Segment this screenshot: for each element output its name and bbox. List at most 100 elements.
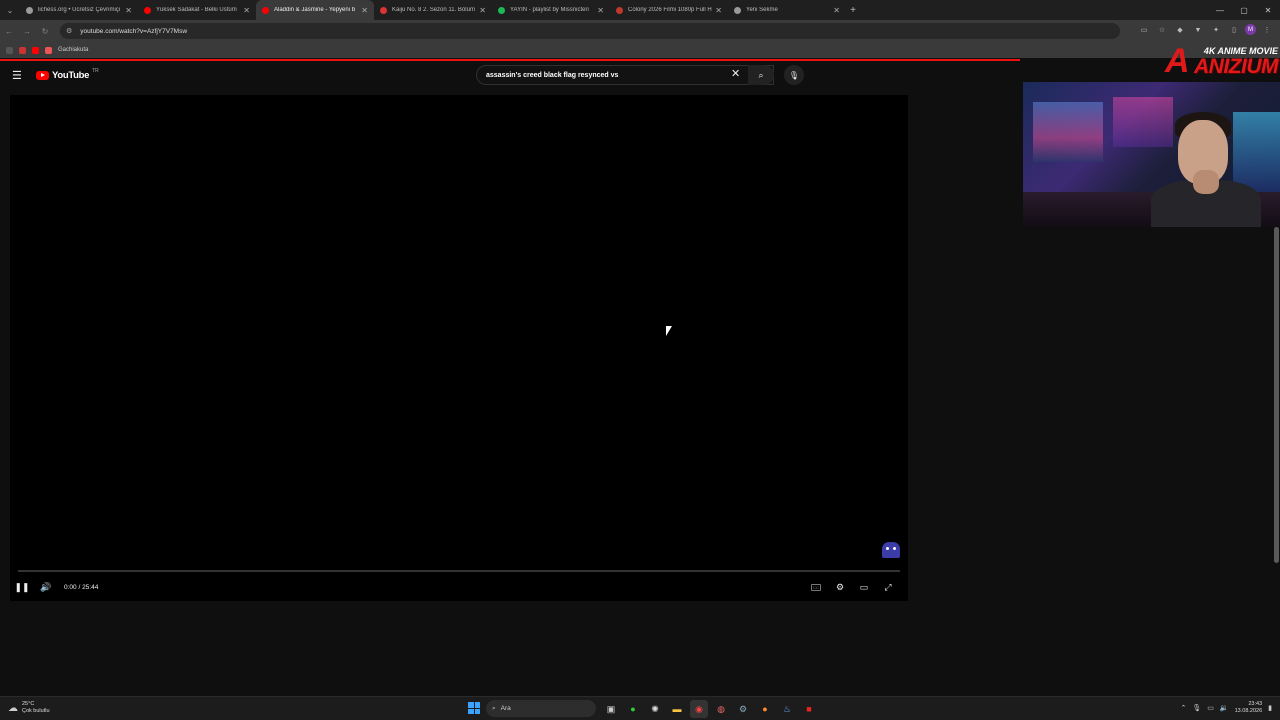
mouse-cursor xyxy=(666,326,672,336)
extensions-area: ▭ ☆ ◆ ▼ ✦ ▯ M ⋮ xyxy=(1137,23,1274,37)
system-tray: ⌃ 🎙 ▭ 🔉 23:43 13.08.2026 ▮ xyxy=(1181,701,1273,715)
maximize-icon[interactable]: ▢ xyxy=(1232,0,1256,20)
tray-chevron-icon[interactable]: ⌃ xyxy=(1181,704,1187,712)
profile-avatar[interactable]: M xyxy=(1245,24,1256,35)
browser-tab[interactable]: Yeni Sekme ✕ xyxy=(728,0,846,20)
reload-icon[interactable]: ↻ xyxy=(36,27,54,36)
video-player[interactable]: ❚❚ 🔊 0:00 / 25:44 CC ⚙ ▭ ⤢ xyxy=(10,95,908,601)
extension-icon[interactable]: ▼ xyxy=(1191,23,1205,37)
tab-title: Aladdin & Jasmine - Yepyeni b xyxy=(274,7,356,13)
tab-close-icon[interactable]: ✕ xyxy=(125,6,132,15)
chrome-icon[interactable]: ◉ xyxy=(690,700,708,718)
tab-favicon xyxy=(734,6,741,14)
tab-title: YAYIN - playlist by Missnicteri xyxy=(510,7,589,13)
minimize-icon[interactable]: — xyxy=(1208,0,1232,20)
brand-letter: A xyxy=(1165,42,1190,80)
voice-search-button[interactable]: 🎙 xyxy=(784,65,804,85)
subtitles-button[interactable]: CC xyxy=(804,575,828,599)
page-scrollbar[interactable] xyxy=(1274,227,1279,563)
tab-title: Kaiju No. 8 2. Sezon 11. Bölüm xyxy=(392,7,475,13)
new-tab-button[interactable]: + xyxy=(846,5,860,16)
youtube-wordmark: YouTube xyxy=(52,70,90,81)
settings-gear-icon[interactable]: ⚙ xyxy=(828,575,852,599)
tab-close-icon[interactable]: ✕ xyxy=(833,6,840,15)
url-text: youtube.com/watch?v=AzfjY7V7Msw xyxy=(80,27,188,35)
webcam-background xyxy=(1233,112,1280,192)
weather-temp: 25°C xyxy=(22,701,35,707)
webcam-background xyxy=(1113,97,1173,147)
browser-tab[interactable]: lichess.org • Ücretsiz Çevrimiçi ✕ xyxy=(20,0,138,20)
bookmark-gachiakuta[interactable]: Gachiakuta xyxy=(58,47,88,53)
progress-bar[interactable] xyxy=(18,570,900,572)
tab-favicon xyxy=(262,6,269,14)
browser-tab[interactable]: Yüksek Sadakat - Belki Üstüm ✕ xyxy=(138,0,256,20)
site-info-icon[interactable]: ⚙ xyxy=(66,27,72,35)
browser-tab[interactable]: Colony 2026 Filmi 1080p Full H ✕ xyxy=(610,0,728,20)
apps-icon[interactable] xyxy=(6,46,13,54)
cast-icon[interactable]: ▭ xyxy=(1137,23,1151,37)
ghost-avatar-icon xyxy=(882,542,900,558)
gear-app-icon[interactable]: ⚙ xyxy=(734,700,752,718)
clock[interactable]: 23:43 13.08.2026 xyxy=(1235,701,1263,715)
settings-icon[interactable]: ✺ xyxy=(646,700,664,718)
tab-close-icon[interactable]: ✕ xyxy=(715,6,722,15)
gmail-icon[interactable] xyxy=(19,46,26,54)
task-view-icon[interactable]: ▣ xyxy=(602,700,620,718)
hamburger-menu-icon[interactable]: ☰ xyxy=(12,69,22,82)
url-bar[interactable]: ⚙ youtube.com/watch?v=AzfjY7V7Msw xyxy=(60,23,1120,39)
fullscreen-icon[interactable]: ⤢ xyxy=(876,575,900,599)
microphone-icon: 🎙 xyxy=(788,70,800,80)
forward-icon[interactable]: → xyxy=(18,27,36,36)
tab-close-icon[interactable]: ✕ xyxy=(479,6,486,15)
player-controls: ❚❚ 🔊 0:00 / 25:44 CC ⚙ ▭ ⤢ xyxy=(10,575,908,599)
app-icon[interactable]: ● xyxy=(756,700,774,718)
search-icon: ⌕ xyxy=(492,704,496,712)
search-button[interactable]: ⌕ xyxy=(748,65,774,85)
tab-close-icon[interactable]: ✕ xyxy=(597,6,604,15)
tab-title: Colony 2026 Filmi 1080p Full H xyxy=(628,7,712,13)
mic-tray-icon[interactable]: 🎙 xyxy=(1192,704,1201,712)
tab-search-icon[interactable]: ⌄ xyxy=(0,0,20,20)
streamer-hand xyxy=(1193,170,1219,194)
taskbar-search-label: Ara xyxy=(500,705,511,712)
volume-icon[interactable]: 🔊 xyxy=(34,575,58,599)
menu-dots-icon[interactable]: ⋮ xyxy=(1260,23,1274,37)
browser-tab[interactable]: Kaiju No. 8 2. Sezon 11. Bölüm ✕ xyxy=(374,0,492,20)
extension-icon[interactable]: ◆ xyxy=(1173,23,1187,37)
weather-widget[interactable]: ☁ 25°C Çok bulutlu xyxy=(8,701,50,715)
clear-search-icon[interactable]: ✕ xyxy=(731,67,740,80)
taskbar-search[interactable]: ⌕ Ara xyxy=(486,700,596,717)
cloud-icon: ☁ xyxy=(8,702,18,714)
puzzle-icon[interactable]: ✦ xyxy=(1209,23,1223,37)
tab-title: Yeni Sekme xyxy=(746,7,778,13)
browser-tab-active[interactable]: Aladdin & Jasmine - Yepyeni b ✕ xyxy=(256,0,374,20)
pause-button[interactable]: ❚❚ xyxy=(10,575,34,599)
tab-title: Yüksek Sadakat - Belki Üstüm xyxy=(156,7,237,13)
sidepanel-icon[interactable]: ▯ xyxy=(1227,23,1241,37)
youtube-bookmark-icon[interactable] xyxy=(32,46,39,54)
tab-close-icon[interactable]: ✕ xyxy=(243,6,250,15)
close-window-icon[interactable]: ✕ xyxy=(1256,0,1280,20)
browser-tab[interactable]: YAYIN - playlist by Missnicteri ✕ xyxy=(492,0,610,20)
bookmarks-bar: Gachiakuta xyxy=(0,42,1280,58)
network-icon[interactable]: ▭ xyxy=(1207,704,1214,712)
steam-icon[interactable]: ♨ xyxy=(778,700,796,718)
bookmark-icon[interactable] xyxy=(45,46,52,54)
app-icon[interactable]: ◍ xyxy=(712,700,730,718)
bookmark-star-icon[interactable]: ☆ xyxy=(1155,23,1169,37)
start-button-icon[interactable] xyxy=(468,702,480,714)
back-icon[interactable]: ← xyxy=(0,27,18,36)
search-input[interactable]: assassin's creed black flag resynced vs xyxy=(476,65,774,85)
speaker-icon[interactable]: 🔉 xyxy=(1220,704,1229,712)
notification-icon[interactable]: ▮ xyxy=(1268,704,1272,712)
file-explorer-icon[interactable]: ▬ xyxy=(668,700,686,718)
tab-close-icon[interactable]: ✕ xyxy=(361,6,368,15)
time-display: 0:00 / 25:44 xyxy=(64,583,99,591)
youtube-logo[interactable]: YouTube TR xyxy=(36,68,99,81)
youtube-masthead: ☰ YouTube TR assassin's creed black flag… xyxy=(0,61,1020,91)
window-controls: — ▢ ✕ xyxy=(1208,0,1280,20)
app-icon[interactable]: ■ xyxy=(800,700,818,718)
clock-date: 13.08.2026 xyxy=(1234,708,1263,714)
theater-mode-icon[interactable]: ▭ xyxy=(852,575,876,599)
xbox-icon[interactable]: ● xyxy=(624,700,642,718)
